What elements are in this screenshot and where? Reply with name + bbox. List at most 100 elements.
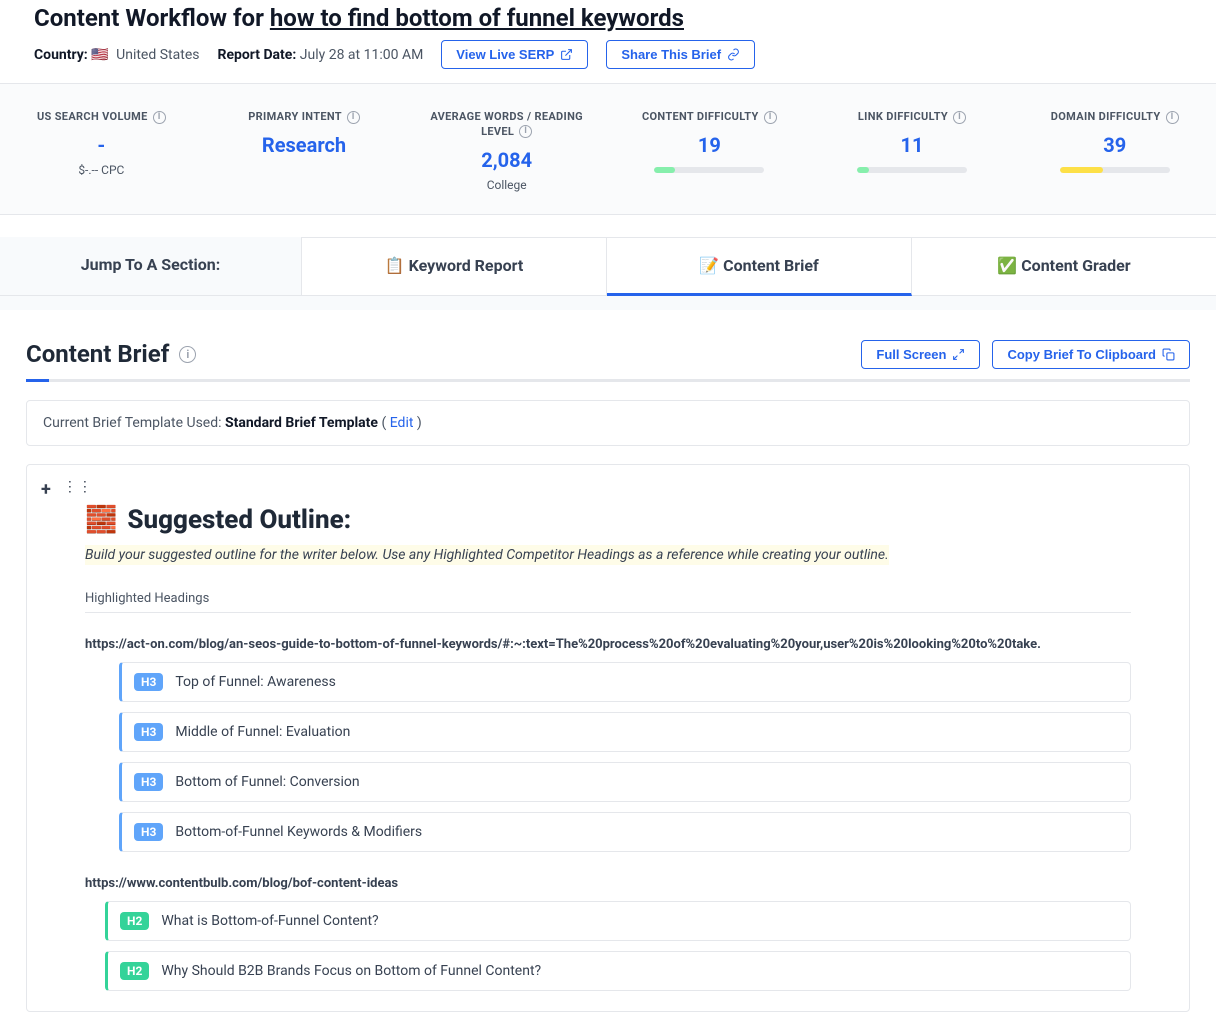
- stat-intent: PRIMARY INTENT i Research: [203, 110, 406, 192]
- template-prefix: Current Brief Template Used:: [43, 415, 225, 431]
- difficulty-bar: [1060, 167, 1170, 173]
- date-value: July 28 at 11:00 AM: [300, 47, 424, 63]
- heading-text: Why Should B2B Brands Focus on Bottom of…: [161, 963, 541, 979]
- heading-level-tag: H3: [134, 673, 163, 691]
- heading-text: Top of Funnel: Awareness: [175, 674, 335, 690]
- template-row: Current Brief Template Used: Standard Br…: [26, 400, 1190, 446]
- meta-row: Country: 🇺🇸 United States Report Date: J…: [34, 40, 1182, 69]
- country-value: United States: [116, 47, 199, 63]
- stat-link-difficulty: LINK DIFFICULTY i 11: [811, 110, 1014, 192]
- edit-template-link[interactable]: Edit: [390, 415, 414, 431]
- full-screen-button[interactable]: Full Screen: [861, 340, 980, 369]
- drag-handle-icon[interactable]: ⋮⋮: [63, 479, 93, 500]
- page-header: Content Workflow for how to find bottom …: [0, 0, 1216, 84]
- info-icon[interactable]: i: [764, 111, 777, 124]
- add-block-button[interactable]: +: [41, 479, 51, 500]
- heading-item[interactable]: H2 Why Should B2B Brands Focus on Bottom …: [105, 951, 1131, 991]
- info-icon[interactable]: i: [953, 111, 966, 124]
- share-brief-button[interactable]: Share This Brief: [606, 40, 755, 69]
- source-url[interactable]: https://www.contentbulb.com/blog/bof-con…: [85, 876, 1131, 891]
- content-brief-section: Content Brief i Full Screen Copy Brief T…: [0, 296, 1216, 1012]
- heading-item[interactable]: H3 Top of Funnel: Awareness: [119, 662, 1131, 702]
- info-icon[interactable]: i: [1166, 111, 1179, 124]
- progress-fill: [26, 379, 49, 382]
- heading-level-tag: H2: [120, 912, 149, 930]
- template-name: Standard Brief Template: [225, 415, 378, 431]
- heading-text: What is Bottom-of-Funnel Content?: [161, 913, 378, 929]
- heading-text: Bottom of Funnel: Conversion: [175, 774, 359, 790]
- copy-brief-button[interactable]: Copy Brief To Clipboard: [992, 340, 1190, 369]
- view-serp-button[interactable]: View Live SERP: [441, 40, 588, 69]
- template-edit-wrap: ( Edit ): [381, 415, 421, 431]
- heading-item[interactable]: H3 Bottom of Funnel: Conversion: [119, 762, 1131, 802]
- stat-label: US SEARCH VOLUME: [37, 110, 148, 123]
- outline-card: + ⋮⋮ 🧱 Suggested Outline: Build your sug…: [26, 464, 1190, 1012]
- external-link-icon: [560, 48, 573, 61]
- tabs-label: Jump To A Section:: [0, 237, 302, 295]
- stat-label: LINK DIFFICULTY: [858, 110, 948, 123]
- stat-label: DOMAIN DIFFICULTY: [1051, 110, 1161, 123]
- stat-value: 19: [618, 133, 801, 157]
- share-brief-label: Share This Brief: [621, 47, 721, 62]
- info-icon[interactable]: i: [153, 111, 166, 124]
- stat-label: AVERAGE WORDS / READING LEVEL: [430, 110, 583, 138]
- info-icon[interactable]: i: [347, 111, 360, 124]
- tab-content-grader[interactable]: ✅ Content Grader: [912, 237, 1216, 295]
- section-progress: [26, 379, 1190, 382]
- stat-domain-difficulty: DOMAIN DIFFICULTY i 39: [1013, 110, 1216, 192]
- info-icon[interactable]: i: [519, 125, 532, 138]
- heading-text: Middle of Funnel: Evaluation: [175, 724, 350, 740]
- section-title-text: Content Brief: [26, 340, 169, 368]
- flag-icon: 🇺🇸: [91, 48, 108, 62]
- tab-keyword-report[interactable]: 📋 Keyword Report: [302, 237, 607, 295]
- sources-container: https://act-on.com/blog/an-seos-guide-to…: [85, 637, 1131, 991]
- stat-value: 39: [1023, 133, 1206, 157]
- tabs: Jump To A Section: 📋 Keyword Report 📝 Co…: [0, 237, 1216, 296]
- difficulty-bar: [654, 167, 764, 173]
- expand-icon: [952, 348, 965, 361]
- link-icon: [727, 48, 740, 61]
- source-url[interactable]: https://act-on.com/blog/an-seos-guide-to…: [85, 637, 1131, 652]
- copy-brief-label: Copy Brief To Clipboard: [1007, 347, 1156, 362]
- outline-heading: 🧱 Suggested Outline:: [85, 505, 1131, 535]
- bar-fill: [857, 167, 869, 173]
- stat-sub: College: [415, 178, 598, 192]
- outline-heading-text: Suggested Outline:: [127, 505, 351, 535]
- outline-hint[interactable]: Build your suggested outline for the wri…: [85, 545, 889, 565]
- tab-content-brief[interactable]: 📝 Content Brief: [607, 237, 912, 296]
- info-icon[interactable]: i: [179, 346, 196, 363]
- country-label: Country:: [34, 47, 88, 63]
- stats-bar: US SEARCH VOLUME i - $-.-- CPC PRIMARY I…: [0, 84, 1216, 215]
- stat-value: 11: [821, 133, 1004, 157]
- heading-level-tag: H3: [134, 823, 163, 841]
- stat-value: -: [10, 133, 193, 157]
- heading-level-tag: H3: [134, 723, 163, 741]
- heading-item[interactable]: H2 What is Bottom-of-Funnel Content?: [105, 901, 1131, 941]
- heading-level-tag: H3: [134, 773, 163, 791]
- stat-volume: US SEARCH VOLUME i - $-.-- CPC: [0, 110, 203, 192]
- heading-item[interactable]: H3 Bottom-of-Funnel Keywords & Modifiers: [119, 812, 1131, 852]
- highlighted-headings-label: Highlighted Headings: [85, 591, 1131, 613]
- copy-icon: [1162, 348, 1175, 361]
- bar-fill: [1060, 167, 1103, 173]
- bar-fill: [654, 167, 675, 173]
- heading-text: Bottom-of-Funnel Keywords & Modifiers: [175, 824, 422, 840]
- difficulty-bar: [857, 167, 967, 173]
- heading-item[interactable]: H3 Middle of Funnel: Evaluation: [119, 712, 1131, 752]
- stat-value: Research: [213, 133, 396, 157]
- title-prefix: Content Workflow for: [34, 4, 270, 32]
- stat-sub: $-.-- CPC: [10, 163, 193, 177]
- stat-words: AVERAGE WORDS / READING LEVEL i 2,084 Co…: [405, 110, 608, 192]
- stat-value: 2,084: [415, 148, 598, 172]
- stat-label: CONTENT DIFFICULTY: [642, 110, 759, 123]
- full-screen-label: Full Screen: [876, 347, 946, 362]
- stat-content-difficulty: CONTENT DIFFICULTY i 19: [608, 110, 811, 192]
- date-label: Report Date:: [217, 47, 296, 63]
- title-keyword[interactable]: how to find bottom of funnel keywords: [270, 4, 684, 32]
- stat-label: PRIMARY INTENT: [248, 110, 341, 123]
- page-title: Content Workflow for how to find bottom …: [34, 4, 1182, 32]
- section-title: Content Brief i: [26, 340, 196, 368]
- bricks-icon: 🧱: [85, 505, 117, 535]
- heading-level-tag: H2: [120, 962, 149, 980]
- report-date: Report Date: July 28 at 11:00 AM: [217, 47, 423, 63]
